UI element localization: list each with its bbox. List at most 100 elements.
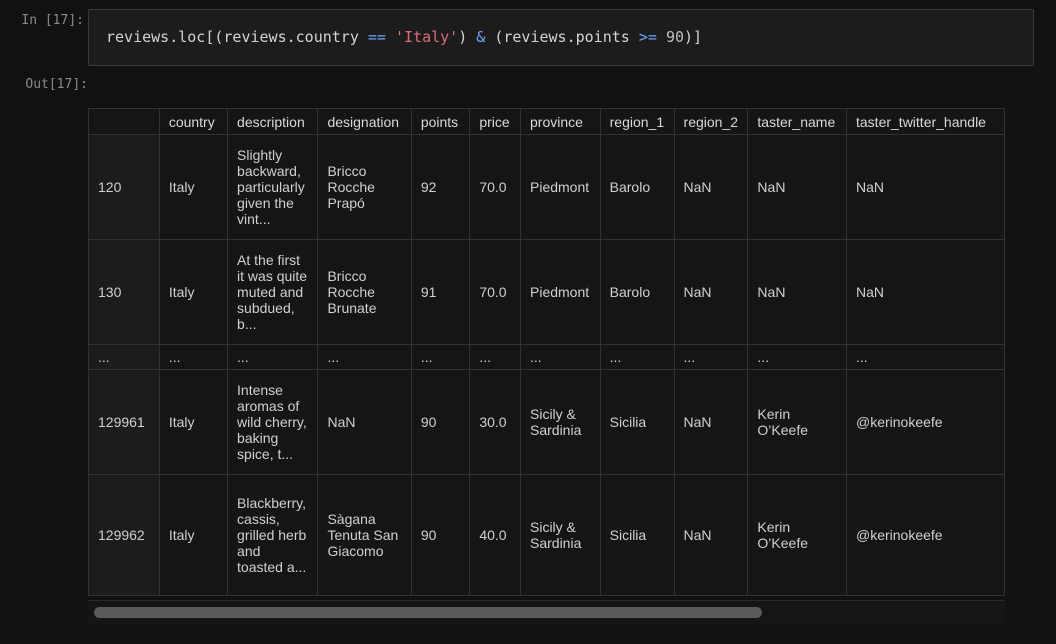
table-cell: NaN xyxy=(317,369,412,475)
table-cell: Sicily & Sardinia xyxy=(520,474,601,596)
table-cell: Kerin O’Keefe xyxy=(747,369,847,475)
table-cell: 40.0 xyxy=(469,474,521,596)
column-header: description xyxy=(227,108,319,135)
code-token: . xyxy=(286,28,296,46)
column-header: region_2 xyxy=(673,108,749,135)
code-token: )] xyxy=(684,28,703,46)
table-cell: 70.0 xyxy=(469,134,521,240)
row-index: 129962 xyxy=(88,474,160,596)
table-cell: Blackberry, cassis, grilled herb and toa… xyxy=(227,474,319,596)
table-cell: ... xyxy=(747,344,847,370)
code-token: & xyxy=(476,28,486,46)
table-cell: 90 xyxy=(410,474,471,596)
table-cell: Italy xyxy=(158,239,229,345)
table-cell: Barolo xyxy=(599,134,675,240)
code-token: ) xyxy=(458,28,477,46)
table-cell: Sicily & Sardinia xyxy=(520,369,601,475)
table-cell: @kerinokeefe xyxy=(846,474,1005,596)
row-index: 120 xyxy=(88,134,160,240)
table-cell: NaN xyxy=(747,134,847,240)
table-cell: NaN xyxy=(846,239,1005,345)
table-cell: NaN xyxy=(846,134,1005,240)
table-cell: ... xyxy=(599,344,675,370)
scrollbar-thumb[interactable] xyxy=(94,607,762,618)
table-cell: Piedmont xyxy=(520,239,601,345)
column-header: price xyxy=(469,108,521,135)
table-cell: At the first it was quite muted and subd… xyxy=(227,239,319,345)
table-cell: Sicilia xyxy=(599,369,675,475)
table-cell: NaN xyxy=(747,239,847,345)
code-token: reviews xyxy=(106,28,170,46)
horizontal-scrollbar[interactable] xyxy=(88,600,1005,624)
code-token: points xyxy=(575,28,639,46)
output-prompt: Out[17]: xyxy=(25,77,88,92)
table-cell: 92 xyxy=(410,134,471,240)
table-header-row: country description designation points price… xyxy=(88,108,1005,135)
code-token: 90 xyxy=(665,28,684,46)
table-cell: Bricco Rocche Prapó xyxy=(317,134,412,240)
table-cell: Italy xyxy=(158,134,229,240)
table-cell: Italy xyxy=(158,369,229,475)
table-cell: ... xyxy=(158,344,229,370)
table-cell: Bricco Rocche Brunate xyxy=(317,239,412,345)
table-cell: Sàgana Tenuta San Giacomo xyxy=(317,474,412,596)
column-header: designation xyxy=(317,108,412,135)
code-token: . xyxy=(169,28,179,46)
code-token: loc xyxy=(178,28,206,46)
table-cell: ... xyxy=(673,344,749,370)
column-header: country xyxy=(158,108,229,135)
table-cell: 70.0 xyxy=(469,239,521,345)
table-cell: Barolo xyxy=(599,239,675,345)
column-header: region_1 xyxy=(599,108,675,135)
table-cell: Kerin O’Keefe xyxy=(747,474,847,596)
table-cell: ... xyxy=(410,344,471,370)
code-token: [( xyxy=(205,28,224,46)
input-prompt: In [17]: xyxy=(21,13,84,28)
table-cell: 91 xyxy=(410,239,471,345)
code-token: country xyxy=(295,28,368,46)
code-token: reviews xyxy=(223,28,287,46)
column-header: taster_twitter_handle xyxy=(846,108,1005,135)
table-cell: ... xyxy=(317,344,412,370)
table-cell: @kerinokeefe xyxy=(846,369,1005,475)
row-index: 129961 xyxy=(88,369,160,475)
column-header: points xyxy=(410,108,471,135)
column-header: taster_name xyxy=(747,108,847,135)
table-cell: Slightly backward, particularly given th… xyxy=(227,134,319,240)
table-cell: ... xyxy=(520,344,601,370)
table-cell: NaN xyxy=(673,134,749,240)
table-row: 129961 Italy Intense aromas of wild cherry… xyxy=(88,369,1005,475)
code-token: 'Italy' xyxy=(395,28,459,46)
table-cell: Piedmont xyxy=(520,134,601,240)
dataframe-table: country description designation points price… xyxy=(88,108,1005,596)
table-row: 130 Italy At the first it was quite muted … xyxy=(88,239,1005,345)
table-cell: ... xyxy=(227,344,319,370)
output-area: country description designation points price… xyxy=(88,108,1005,624)
table-cell: 30.0 xyxy=(469,369,521,475)
table-cell: ... xyxy=(846,344,1005,370)
code-token: reviews xyxy=(503,28,567,46)
code-token: == xyxy=(367,28,386,46)
table-cell: Italy xyxy=(158,474,229,596)
table-cell: ... xyxy=(469,344,521,370)
table-cell: NaN xyxy=(673,239,749,345)
table-row: 129962 Italy Blackberry, cassis, grilled h… xyxy=(88,474,1005,596)
index-header xyxy=(88,108,160,135)
row-index: 130 xyxy=(88,239,160,345)
code-token: ( xyxy=(485,28,504,46)
table-cell: 90 xyxy=(410,369,471,475)
table-cell: NaN xyxy=(673,474,749,596)
table-row: ................................. xyxy=(88,344,1005,370)
code-token: . xyxy=(566,28,576,46)
code-cell[interactable]: reviews.loc[(reviews.country == 'Italy')… xyxy=(88,9,1034,66)
table-cell: Sicilia xyxy=(599,474,675,596)
table-row: 120 Italy Slightly backward, particularly … xyxy=(88,134,1005,240)
table-cell: Intense aromas of wild cherry, baking sp… xyxy=(227,369,319,475)
table-cell: NaN xyxy=(673,369,749,475)
code-line[interactable]: reviews.loc[(reviews.country == 'Italy')… xyxy=(106,28,702,46)
row-index: ... xyxy=(88,344,160,370)
column-header: province xyxy=(520,108,601,135)
code-token: >= xyxy=(638,28,657,46)
